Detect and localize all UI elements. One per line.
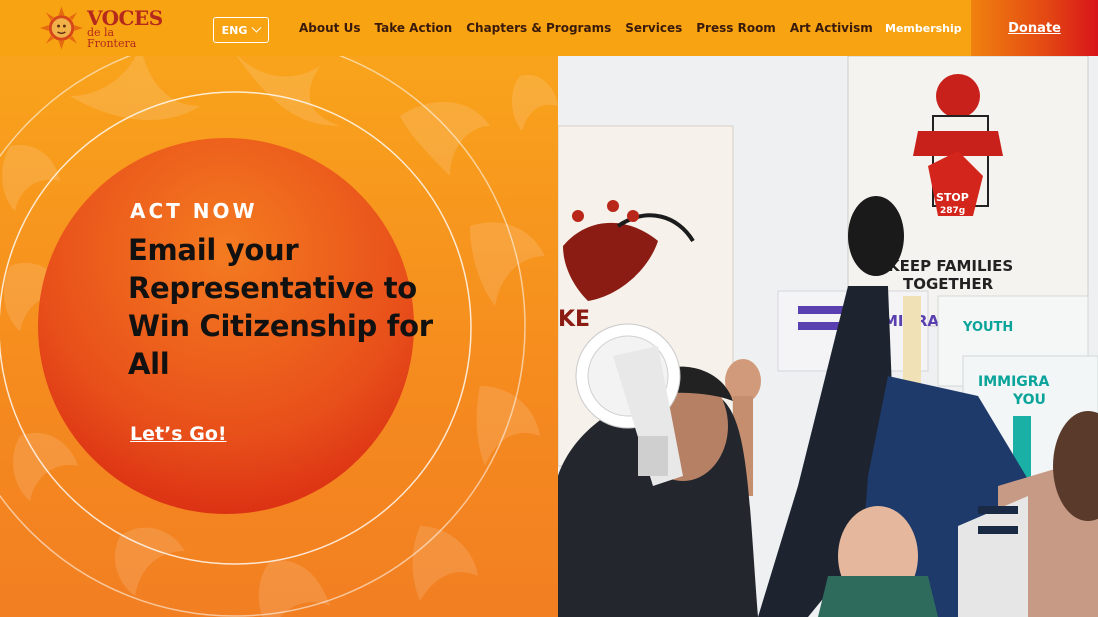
hero-headline: Email your Representative to Win Citizen… xyxy=(128,233,433,381)
youth-text: YOUTH xyxy=(962,320,1013,335)
nav-item-chapters-programs[interactable]: Chapters & Programs xyxy=(466,21,611,35)
immigrant-youth-text-2: YOU xyxy=(1012,392,1046,408)
immigrant-youth-text-1: IMMIGRA xyxy=(978,374,1050,390)
keep-families-text-2: TOGETHER xyxy=(903,275,994,293)
logo-text: VOCES de la Frontera xyxy=(87,8,165,49)
chevron-down-icon xyxy=(251,22,262,33)
lets-go-link[interactable]: Let’s Go! xyxy=(130,423,227,445)
stop-number-text: 287g xyxy=(940,206,965,216)
site-header: VOCES de la Frontera ENG About Us Take A… xyxy=(0,0,1098,56)
language-select[interactable]: ENG xyxy=(213,17,269,43)
protest-photo-illustration: KE STOP 287g KEEP FAMILIES TOGETHER MIGR… xyxy=(558,56,1098,617)
hero-content: ACT NOW Email your Representative to Win… xyxy=(128,199,448,445)
main-nav: About Us Take Action Chapters & Programs… xyxy=(299,0,887,56)
logo-name-line1: VOCES xyxy=(86,5,163,30)
membership-link[interactable]: Membership xyxy=(885,0,962,56)
hero-panel: ACT NOW Email your Representative to Win… xyxy=(0,56,558,617)
keep-families-sign: STOP 287g KEEP FAMILIES TOGETHER xyxy=(847,56,1089,327)
left-sign-text: KE xyxy=(558,307,590,332)
logo[interactable]: VOCES de la Frontera xyxy=(40,6,165,50)
hero-eyebrow: ACT NOW xyxy=(130,199,258,223)
keep-families-text-1: KEEP FAMILIES xyxy=(888,257,1013,275)
donate-button[interactable]: Donate xyxy=(971,0,1098,56)
logo-name-line2: de la Frontera xyxy=(86,25,137,50)
nav-item-about-us[interactable]: About Us xyxy=(299,21,360,35)
nav-item-press-room[interactable]: Press Room xyxy=(696,21,776,35)
stop-text: STOP xyxy=(936,191,969,204)
nav-item-take-action[interactable]: Take Action xyxy=(374,21,452,35)
sun-logo-icon xyxy=(40,6,83,50)
language-label: ENG xyxy=(221,23,248,37)
hero-photo: KE STOP 287g KEEP FAMILIES TOGETHER MIGR… xyxy=(558,56,1098,617)
nav-item-art-activism[interactable]: Art Activism xyxy=(790,21,873,35)
nav-item-services[interactable]: Services xyxy=(625,21,682,35)
